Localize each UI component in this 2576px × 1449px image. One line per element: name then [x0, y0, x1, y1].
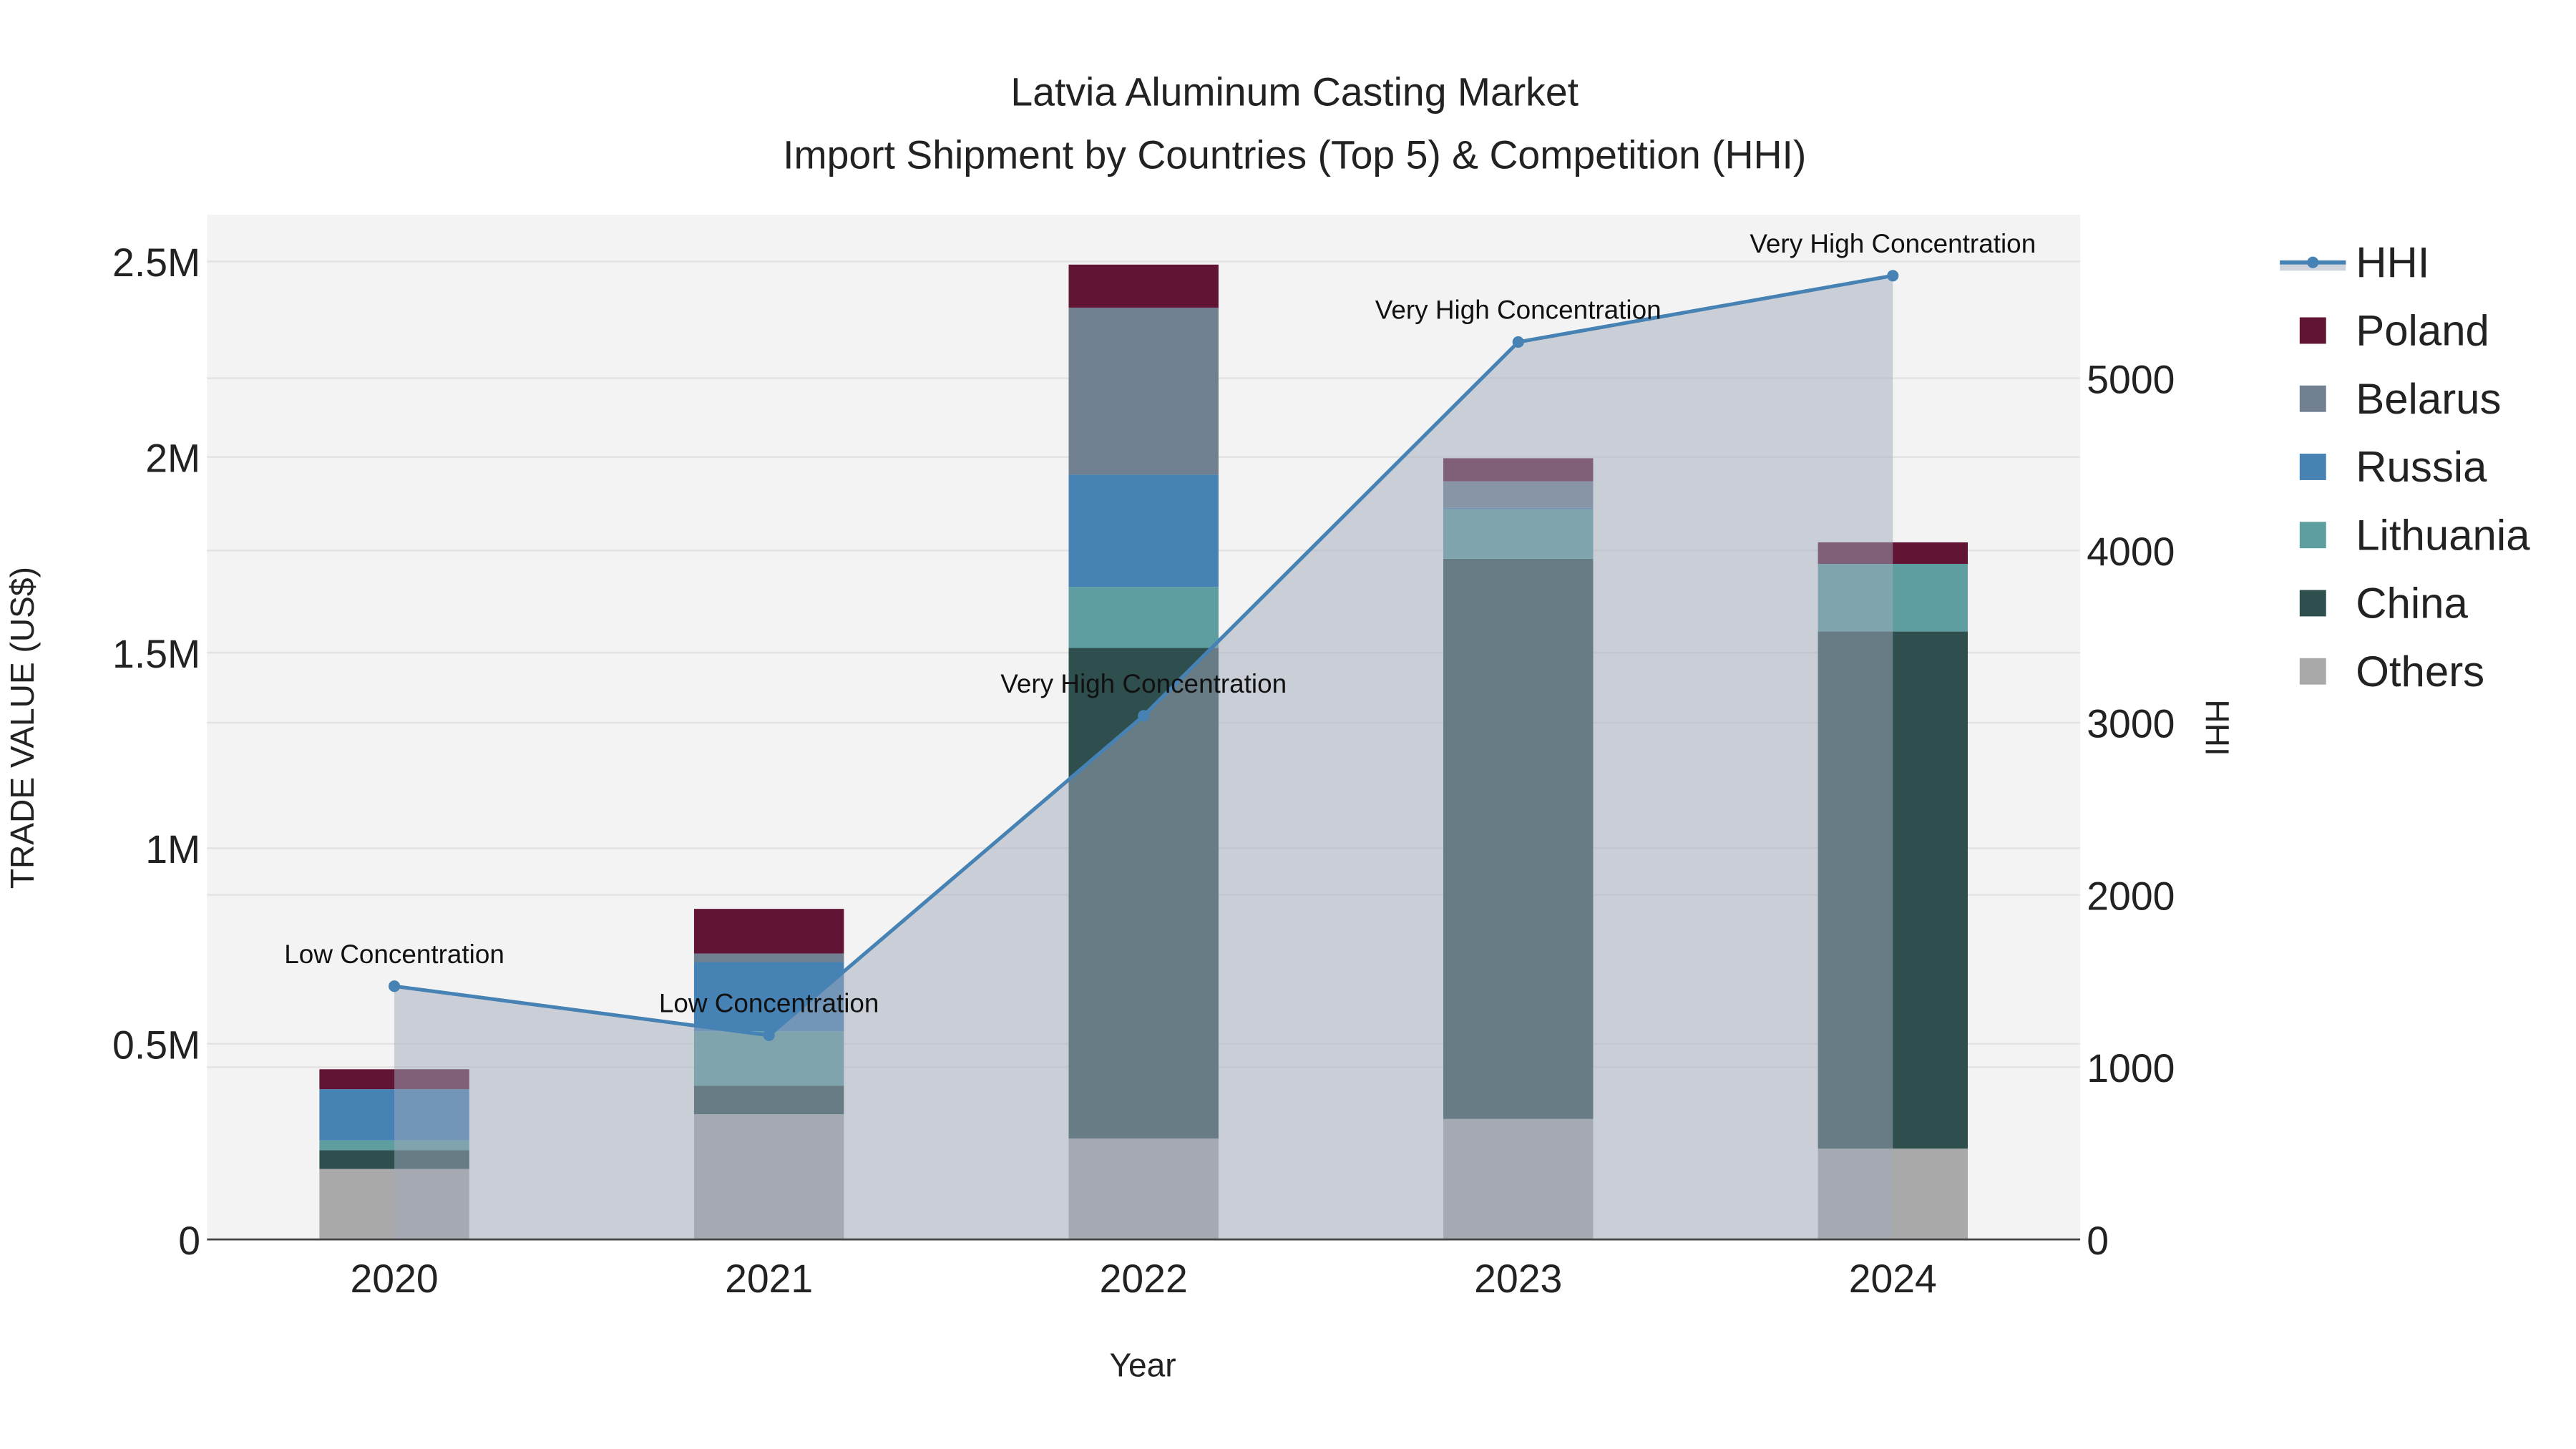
legend-label: HHI [2356, 238, 2429, 286]
x-tick-label: 2021 [725, 1257, 813, 1301]
legend-item-china[interactable]: China [2299, 580, 2469, 628]
legend-label: Russia [2356, 443, 2487, 491]
bar-russia-2022 [1068, 474, 1219, 587]
legend-item-lithuania[interactable]: Lithuania [2299, 511, 2530, 559]
hhi-point-2020 [389, 980, 401, 992]
hhi-point-2021 [763, 1029, 775, 1041]
bar-belarus-2022 [1068, 307, 1219, 475]
y-tick-label: 2.5M [112, 240, 200, 285]
legend: HHI Poland Belarus Russia Lithuania China Othe… [2280, 238, 2530, 696]
legend-label: Lithuania [2356, 511, 2530, 559]
hhi-annotation: Low Concentration [284, 940, 504, 969]
hhi-annotation: Low Concentration [659, 989, 879, 1018]
hhi-annotation: Very High Concentration [1000, 669, 1287, 698]
x-tick-label: 2024 [1849, 1257, 1937, 1301]
legend-item-others[interactable]: Others [2299, 648, 2484, 696]
y2-tick-label: 1000 [2087, 1046, 2175, 1091]
y2-tick-label: 2000 [2087, 874, 2175, 918]
y2-tick-label: 0 [2087, 1219, 2109, 1263]
legend-item-belarus[interactable]: Belarus [2299, 375, 2502, 423]
legend-swatch-belarus [2299, 385, 2326, 412]
x-tick-label: 2020 [351, 1257, 439, 1301]
y2-axis-title: HHI [2198, 699, 2235, 756]
bar-belarus-2021 [693, 953, 844, 962]
legend-label: Belarus [2356, 375, 2501, 423]
y-tick-label: 1.5M [112, 632, 200, 676]
legend-label: Others [2356, 648, 2484, 696]
bar-poland-2022 [1068, 264, 1219, 308]
legend-swatch-hhi-marker [2307, 256, 2319, 268]
hhi-annotation: Very High Concentration [1375, 296, 1662, 325]
hhi-point-2024 [1887, 270, 1899, 282]
legend-swatch-poland [2299, 317, 2326, 344]
bar-lithuania-2022 [1068, 587, 1219, 648]
y2-tick-label: 5000 [2087, 357, 2175, 401]
x-tick-label: 2022 [1100, 1257, 1188, 1301]
legend-swatch-russia [2299, 454, 2326, 480]
y2-tick-label: 4000 [2087, 530, 2175, 574]
y-axis-title: TRADE VALUE (US$) [4, 567, 41, 889]
x-tick-label: 2023 [1474, 1257, 1562, 1301]
legend-label: China [2356, 580, 2468, 628]
y-tick-label: 2M [145, 436, 200, 481]
legend-swatch-lithuania [2299, 522, 2326, 549]
chart-title-line2: Import Shipment by Countries (Top 5) & C… [783, 132, 1806, 177]
chart-title-line1: Latvia Aluminum Casting Market [1010, 70, 1579, 114]
y-tick-label: 1M [145, 827, 200, 872]
legend-swatch-others [2299, 658, 2326, 685]
hhi-annotation: Very High Concentration [1750, 229, 2036, 258]
legend-label: Poland [2356, 307, 2489, 355]
hhi-point-2023 [1512, 336, 1524, 348]
legend-item-hhi[interactable]: HHI [2280, 238, 2429, 286]
y-tick-label: 0.5M [112, 1023, 200, 1068]
y-tick-label: 0 [178, 1219, 200, 1263]
legend-swatch-china [2299, 590, 2326, 617]
bar-poland-2021 [693, 909, 844, 954]
chart: Latvia Aluminum Casting Market Import Sh… [4, 70, 2530, 1384]
hhi-point-2022 [1138, 710, 1150, 722]
legend-item-poland[interactable]: Poland [2299, 307, 2489, 355]
legend-item-russia[interactable]: Russia [2299, 443, 2487, 491]
x-axis-title: Year [1109, 1347, 1176, 1384]
y2-tick-label: 3000 [2087, 702, 2175, 746]
